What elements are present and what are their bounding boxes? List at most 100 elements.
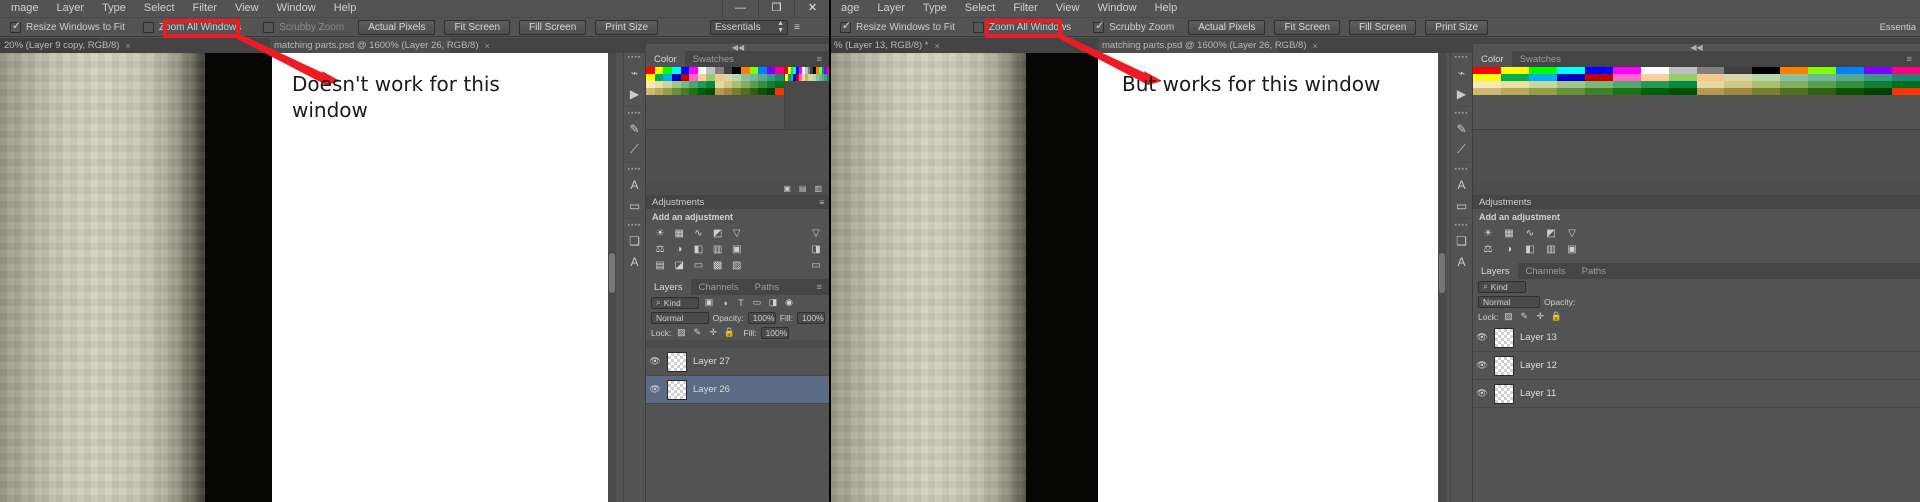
shape-tool-icon-r[interactable]: ▭ <box>1451 195 1472 216</box>
filter-type-icon[interactable]: T <box>735 298 747 308</box>
color-swatch[interactable] <box>1556 67 1585 74</box>
menu-item-view[interactable]: View <box>226 0 268 17</box>
tab-color[interactable]: Color <box>646 51 685 67</box>
color-swatch[interactable] <box>1696 67 1725 74</box>
resize-windows-to-fit-checkbox[interactable]: Resize Windows to Fit <box>10 20 125 33</box>
color-swatch[interactable] <box>663 88 672 95</box>
color-swatch[interactable] <box>1584 74 1613 81</box>
color-picker-body[interactable] <box>646 129 830 182</box>
color-swatch[interactable] <box>1640 81 1669 88</box>
color-swatch[interactable] <box>766 67 776 74</box>
menu-item-help[interactable]: Help <box>325 0 366 17</box>
minimize-button[interactable]: — <box>722 0 758 17</box>
fit-screen-button-right[interactable]: Fit Screen <box>1274 19 1341 35</box>
color-swatch[interactable] <box>1808 88 1837 95</box>
swatch-grid-secondary[interactable] <box>785 67 830 81</box>
color-swatch[interactable] <box>654 67 664 74</box>
color-swatch[interactable] <box>689 67 698 74</box>
color-swatch[interactable] <box>689 81 698 88</box>
lock-image-icon[interactable]: ✎ <box>691 327 703 338</box>
swatch-grid-r[interactable] <box>1473 67 1920 129</box>
black-white-icon-r[interactable]: ◑ <box>1502 243 1516 255</box>
swatch-grid[interactable] <box>646 67 784 129</box>
fit-screen-button[interactable]: Fit Screen <box>444 19 511 35</box>
vibrance-icon-r[interactable]: ▽ <box>1565 227 1579 239</box>
lock-transparent-icon-r[interactable]: ▨ <box>1502 311 1514 322</box>
panel-grip-icon[interactable]: ▪▪▪▪ <box>624 53 645 62</box>
scrubby-checkbox-box-left[interactable] <box>263 21 275 33</box>
color-swatch[interactable] <box>1892 74 1920 81</box>
table-row[interactable]: 👁 Layer 13 <box>1473 324 1920 352</box>
tab-channels[interactable]: Channels <box>691 279 747 295</box>
color-swatch[interactable] <box>697 88 707 95</box>
layer-thumbnail[interactable] <box>1494 327 1514 348</box>
color-swatch[interactable] <box>758 67 767 74</box>
resize-checkbox-box[interactable] <box>10 20 21 33</box>
color-swatch[interactable] <box>1892 67 1920 74</box>
color-swatch[interactable] <box>715 88 724 95</box>
channel-mixer-icon[interactable]: ▥ <box>712 243 724 255</box>
black-white-icon[interactable]: ◑ <box>673 243 685 255</box>
close-button-extra[interactable]: ✕ <box>794 0 830 17</box>
scrollbar-thumb-right[interactable] <box>1439 253 1445 293</box>
scrubby-zoom-checkbox-right[interactable]: Scrubby Zoom <box>1093 20 1174 33</box>
layer-thumbnail[interactable] <box>1494 355 1514 376</box>
hue-saturation-icon[interactable]: ▽ <box>810 227 822 239</box>
shape-tool-icon[interactable]: ▭ <box>624 195 645 216</box>
text-layer-icon[interactable]: A <box>624 251 645 272</box>
color-swatch[interactable] <box>740 67 750 74</box>
color-swatch[interactable] <box>758 81 767 88</box>
type-tool-icon[interactable]: A <box>624 174 645 195</box>
color-swatch[interactable] <box>1612 74 1641 81</box>
color-swatch[interactable] <box>723 67 733 74</box>
layer-thumbnail[interactable] <box>1494 383 1514 404</box>
color-swatch[interactable] <box>1556 88 1585 95</box>
color-swatch[interactable] <box>646 74 655 81</box>
fill-value-field[interactable]: 100% <box>760 326 789 339</box>
color-swatch[interactable] <box>1864 88 1893 95</box>
document-tab-active-left[interactable]: 20% (Layer 9 copy, RGB/8) × <box>0 38 131 53</box>
color-swatch[interactable] <box>740 88 750 95</box>
color-swatch[interactable] <box>1528 67 1557 74</box>
color-swatch[interactable] <box>680 67 690 74</box>
color-swatch[interactable] <box>1556 74 1585 81</box>
color-swatch[interactable] <box>1808 67 1837 74</box>
color-swatch[interactable] <box>697 74 707 81</box>
color-swatch[interactable] <box>646 81 655 88</box>
menu-item-window[interactable]: Window <box>268 0 325 17</box>
gradient-map-icon[interactable]: ▭ <box>692 259 704 271</box>
menu-item-image[interactable]: mage <box>2 0 48 17</box>
close-tab-icon-r2[interactable]: × <box>1313 41 1318 51</box>
color-swatch[interactable] <box>1528 88 1557 95</box>
tab-swatches[interactable]: Swatches <box>685 51 742 67</box>
lock-position-icon-r[interactable]: ✛ <box>1534 311 1546 322</box>
color-swatch[interactable] <box>663 81 672 88</box>
color-swatch[interactable] <box>1668 88 1697 95</box>
resize-windows-to-fit-checkbox-right[interactable]: Resize Windows to Fit <box>840 20 955 33</box>
move-tool-icon[interactable]: ▶ <box>624 83 645 104</box>
color-swatch[interactable] <box>732 81 741 88</box>
color-swatch[interactable] <box>654 88 664 95</box>
color-swatch[interactable] <box>1780 74 1809 81</box>
adjust-extra-icon-2[interactable]: ▭ <box>810 259 822 271</box>
invert-icon[interactable]: ◨ <box>810 243 822 255</box>
canvas-left[interactable] <box>0 53 272 502</box>
color-swatch[interactable] <box>766 81 776 88</box>
curves-icon[interactable]: ∿ <box>692 227 704 239</box>
color-swatch[interactable] <box>740 81 750 88</box>
layer-visibility-icon[interactable]: 👁 <box>1476 388 1488 399</box>
color-swatch[interactable] <box>697 67 707 74</box>
color-swatch[interactable] <box>689 88 698 95</box>
resize-checkbox-box-right[interactable] <box>840 20 851 33</box>
color-swatch[interactable] <box>775 74 784 81</box>
color-swatch[interactable] <box>671 88 681 95</box>
table-row[interactable]: 👁 Layer 11 <box>1473 380 1920 408</box>
folder-icon[interactable]: ▤ <box>799 184 807 193</box>
filter-shape-icon[interactable]: ▭ <box>751 297 763 308</box>
color-lookup-icon[interactable]: ▣ <box>731 243 743 255</box>
menu-item-select[interactable]: Select <box>135 0 184 17</box>
color-balance-icon-r[interactable]: ⚖ <box>1481 243 1495 255</box>
scrollbar-thumb-left[interactable] <box>609 253 615 293</box>
color-swatch[interactable] <box>1528 74 1557 81</box>
fill-screen-button[interactable]: Fill Screen <box>519 19 587 35</box>
